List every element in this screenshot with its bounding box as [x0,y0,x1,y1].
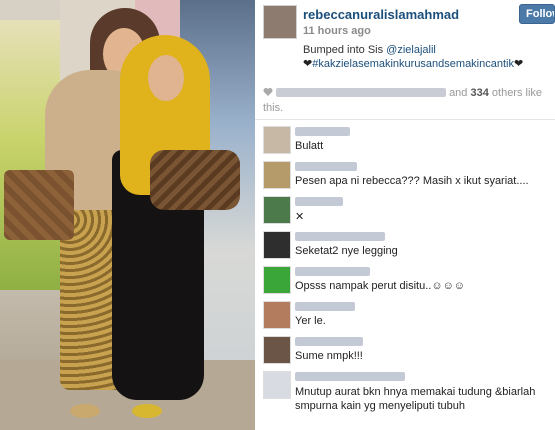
comment-item: ✕ [255,194,555,229]
comment-avatar[interactable] [263,126,291,154]
caption-text: Bumped into Sis [303,44,387,56]
comment-avatar[interactable] [263,266,291,294]
likes-and: and [449,87,471,99]
post-photo [0,0,255,430]
comment-text: Bulatt [295,140,324,152]
comments-list: Bulatt Pesen apa ni rebecca??? Masih x i… [255,124,555,413]
comment-item: Yer le. [255,299,555,334]
comment-text: ✕ [295,211,305,223]
comment-text: Seketat2 nye legging [295,245,398,257]
handbag-left [4,170,74,240]
post-caption: Bumped into Sis @zielajalil [303,42,436,58]
username-link[interactable]: rebeccanuralislamahmad [303,7,459,22]
person-right-face [148,55,184,101]
comment-avatar[interactable] [263,301,291,329]
handbag-right [150,150,240,210]
divider [255,119,555,120]
caption-hashtag-line: ❤#kakzielasemakinkurusandsemakincantik❤ [303,57,523,70]
comment-avatar[interactable] [263,161,291,189]
likers-blurred [276,88,446,97]
post-timestamp: 11 hours ago [303,25,371,37]
comment-text: Yer le. [295,315,326,327]
comment-item: Opsss nampak perut disitu..☺☺☺ [255,264,555,299]
comment-item: Pesen apa ni rebecca??? Masih x ikut sya… [255,159,555,194]
comment-username-blurred[interactable] [295,337,363,346]
comment-item: Bulatt [255,124,555,159]
comment-username-blurred[interactable] [295,232,385,241]
post-panel: rebeccanuralislamahmad Follow 11 hours a… [255,0,555,430]
heart-icon [263,88,273,96]
shoe-left [70,404,100,418]
comment-text: Sume nmpk!!! [295,350,363,362]
comment-username-blurred[interactable] [295,372,405,381]
comment-avatar[interactable] [263,336,291,364]
heart-emoji-icon: ❤ [303,58,313,70]
likes-line: and 334 others like this. [263,86,553,116]
comment-avatar[interactable] [263,196,291,224]
post-header: rebeccanuralislamahmad Follow 11 hours a… [255,0,555,80]
comment-username-blurred[interactable] [295,302,355,311]
comment-text: Mnutup aurat bkn hnya memakai tudung &bi… [295,386,536,412]
comment-item: Sume nmpk!!! [255,334,555,369]
caption-mention-link[interactable]: @zielajalil [386,44,436,56]
kiss-emoji-icon: ❤ [513,58,524,70]
comment-username-blurred[interactable] [295,267,370,276]
comment-username-blurred[interactable] [295,127,350,136]
shoe-right [132,404,162,418]
caption-hashtag-link[interactable]: #kakzielasemakinkurusandsemakincantik [312,58,514,70]
comment-text: Pesen apa ni rebecca??? Masih x ikut sya… [295,175,529,187]
comment-avatar[interactable] [263,371,291,399]
comment-item: Seketat2 nye legging [255,229,555,264]
comment-username-blurred[interactable] [295,197,343,206]
comment-avatar[interactable] [263,231,291,259]
comment-username-blurred[interactable] [295,162,357,171]
follow-button[interactable]: Follow [519,4,555,24]
likes-count[interactable]: 334 [470,87,488,99]
user-avatar[interactable] [263,5,297,39]
comment-text: Opsss nampak perut disitu..☺☺☺ [295,280,466,292]
comment-item: Mnutup aurat bkn hnya memakai tudung &bi… [255,369,555,413]
